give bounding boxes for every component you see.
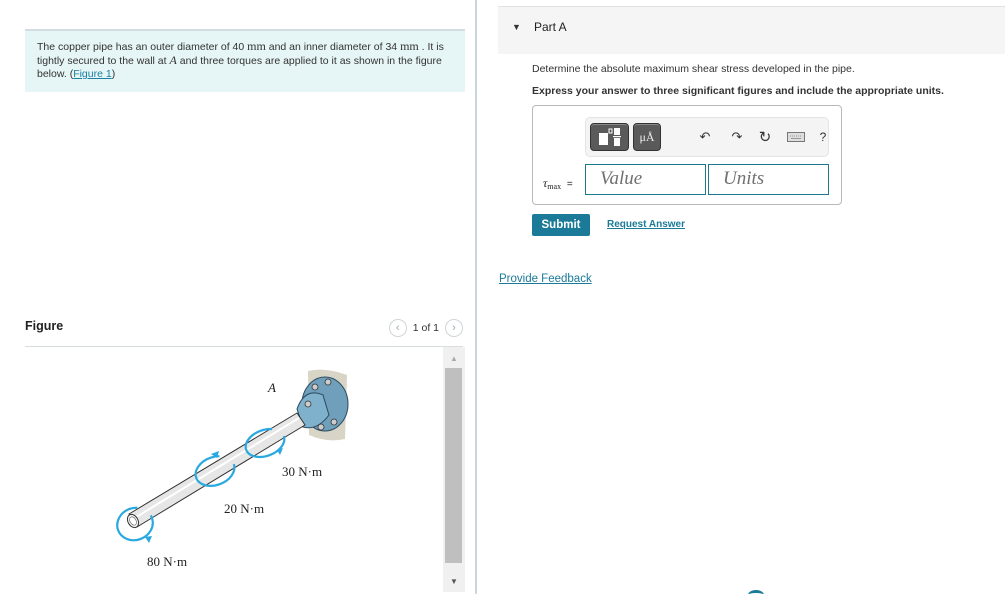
scroll-up-arrow-icon[interactable]: ▲ [443,349,465,367]
pipe-highlight [132,417,300,520]
figure-scrollbar[interactable]: ▲ ▼ [443,347,465,592]
keyboard-icon[interactable] [785,128,807,146]
scroll-down-arrow-icon[interactable]: ▼ [443,572,465,590]
bolt [304,400,312,408]
next-figure-button[interactable]: › [445,319,463,337]
problem-text: and an inner diameter of 34 [265,41,401,53]
chevron-left-icon: ‹ [395,322,400,334]
figure-image: A 30 N·m 20 N·m 80 N·m [25,347,465,592]
figure-header: Figure ‹ 1 of 1 › [25,316,463,347]
bolt [311,383,319,391]
figure-title: Figure [25,319,64,333]
value-input[interactable]: Value [585,164,706,195]
answer-box: μÅ ↶ ↷ ↻ ? τmax = Value Units [532,105,842,205]
reset-icon[interactable]: ↻ [756,128,774,146]
panel-divider[interactable] [475,0,477,594]
scroll-thumb[interactable] [445,368,462,563]
figure-link[interactable]: Figure 1 [73,68,112,80]
problem-statement: The copper pipe has an outer diameter of… [25,29,465,92]
part-a-header[interactable]: ▼ Part A [498,6,1005,54]
redo-icon[interactable]: ↷ [728,128,746,146]
point-a-label: A [267,380,276,395]
help-icon[interactable]: ? [814,128,832,146]
caret-down-icon[interactable]: ▼ [512,22,521,32]
tau-subscript: max [547,182,562,191]
unit-mm: mm [247,39,266,53]
fraction-template-icon [598,128,621,146]
torque-label-80: 80 N·m [147,554,187,569]
pager-text: 1 of 1 [412,322,439,334]
bolt [317,423,325,431]
templates-button[interactable] [590,123,629,151]
submit-button[interactable]: Submit [532,214,590,236]
question-text: Determine the absolute maximum shear str… [532,63,855,75]
prev-figure-button[interactable]: ‹ [388,319,407,337]
unit-mm: mm [400,39,419,53]
figure-pager: ‹ 1 of 1 › [388,319,463,337]
units-input[interactable]: Units [708,164,829,195]
loading-indicator [748,590,764,594]
variable-label: τmax = [543,176,573,191]
arrowhead [145,536,152,543]
part-title[interactable]: Part A [534,20,567,34]
problem-text: The copper pipe has an outer diameter of… [37,41,248,53]
torque-label-30: 30 N·m [282,464,322,479]
problem-text: ) [111,68,116,80]
pipe-diagram: A 30 N·m 20 N·m 80 N·m [116,369,349,569]
bolt [330,418,338,426]
math-toolbar: μÅ ↶ ↷ ↻ ? [585,117,829,157]
instruction-text: Express your answer to three significant… [532,85,944,97]
chevron-right-icon: › [452,322,456,334]
request-answer-link[interactable]: Request Answer [607,219,685,230]
provide-feedback-link[interactable]: Provide Feedback [499,273,592,285]
equals-sign: = [566,179,573,190]
units-button[interactable]: μÅ [633,123,661,151]
torque-label-20: 20 N·m [224,501,264,516]
undo-icon[interactable]: ↶ [696,128,714,146]
point-label: A [169,53,177,67]
bolt [324,378,332,386]
